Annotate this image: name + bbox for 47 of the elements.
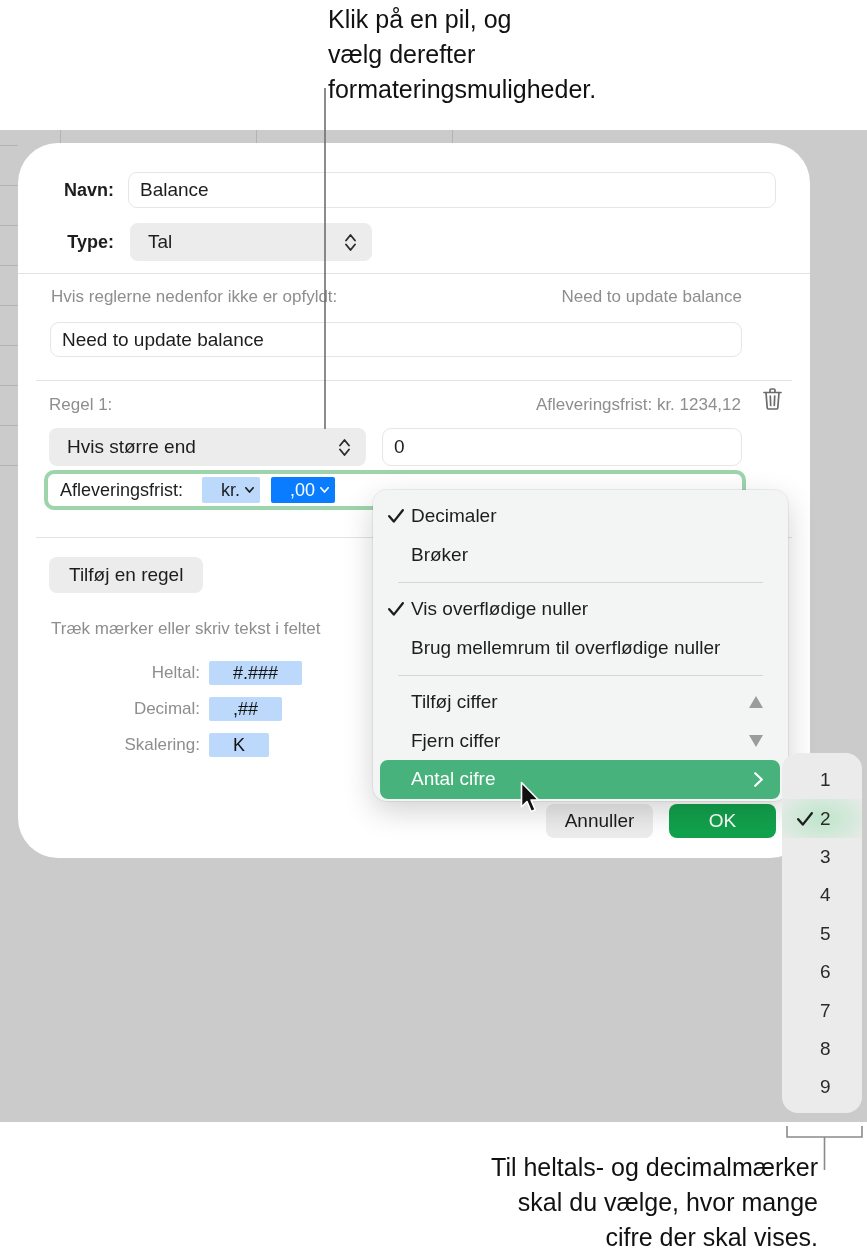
field-label: Navn:	[64, 179, 114, 201]
callout-text: Klik på en pil, og vælg derefter formateringsmuligheder.	[328, 4, 597, 105]
submenu-item[interactable]: 3	[782, 837, 862, 877]
draggable-token[interactable]: K	[209, 733, 269, 757]
format-text: Afleveringsfrist:	[60, 479, 184, 501]
field-label: Type:	[67, 231, 114, 253]
trash-icon[interactable]	[763, 388, 782, 410]
add-rule-button[interactable]: Tilføj en regel	[49, 557, 204, 593]
fallback-field[interactable]: Need to update balance	[50, 322, 742, 357]
format-token[interactable]: kr.	[202, 477, 261, 503]
submenu-item[interactable]: 7	[782, 991, 862, 1030]
submenu-item[interactable]: 1	[782, 761, 862, 800]
submenu-item[interactable]: 5	[782, 914, 862, 953]
submenu-item[interactable]: 9	[782, 1068, 862, 1107]
triangle-down-icon	[749, 734, 763, 747]
submenu-item[interactable]: 8	[782, 1029, 862, 1069]
submenu-item[interactable]: 4	[782, 876, 862, 915]
draggable-token[interactable]: ,##	[209, 697, 283, 721]
chevron-down-icon	[320, 487, 330, 493]
menu-item[interactable]: Fjern ciffer	[380, 721, 780, 760]
chevron-down-icon	[245, 487, 255, 493]
fallback-preview: Need to update balance	[561, 286, 742, 308]
callout-text: Til heltals- og decimalmærker skal du vælge, hvor mange cifre der skal vises.	[491, 1152, 818, 1253]
menu-item[interactable]: Brøker	[380, 535, 780, 574]
token-label: Decimal:	[133, 698, 200, 720]
menu-item[interactable]: Tilføj ciffer	[380, 683, 780, 722]
menu-item[interactable]: Vis overflødige nuller	[380, 590, 780, 629]
format-token[interactable]: ,00	[271, 477, 336, 503]
value-field[interactable]: 0	[382, 428, 742, 466]
updown-chevron-icon	[339, 438, 350, 456]
menu-item[interactable]: Decimaler	[380, 497, 780, 536]
rule-label: Regel 1:	[49, 395, 113, 415]
updown-chevron-icon	[345, 233, 356, 251]
rule-preview: Afleveringsfrist: kr. 1234,12	[535, 395, 741, 415]
triangle-up-icon	[749, 696, 763, 709]
submenu-item[interactable]: 2	[782, 799, 862, 838]
chevron-right-icon	[754, 771, 763, 787]
draggable-token[interactable]: #.###	[209, 661, 303, 685]
cancel-button[interactable]: Annuller	[546, 804, 653, 838]
menu-item[interactable]: Brug mellemrum til overflødige nuller	[380, 628, 780, 667]
condition-popup[interactable]: Hvis større end	[49, 428, 366, 466]
type-popup[interactable]: Tal	[130, 223, 372, 261]
token-label: Heltal:	[151, 662, 200, 684]
name-field[interactable]: Balance	[128, 172, 776, 208]
submenu-item[interactable]: 6	[782, 952, 862, 992]
token-label: Skalering:	[124, 734, 200, 756]
hint-text: Træk mærker eller skriv tekst i feltet	[50, 618, 321, 640]
